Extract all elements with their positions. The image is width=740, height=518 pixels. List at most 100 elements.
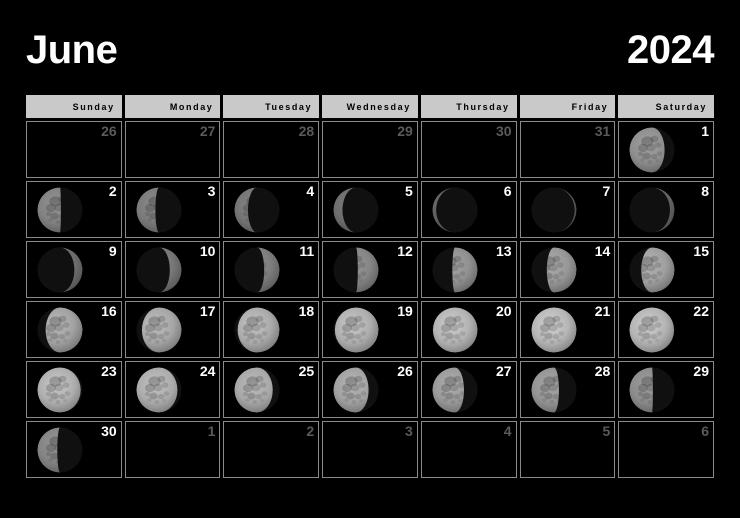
day-cell-14[interactable]: 14	[519, 241, 616, 298]
day-number: 25	[298, 363, 315, 379]
moon-phase-icon	[627, 125, 677, 175]
day-cell-5[interactable]: 5	[322, 181, 418, 238]
day-number: 3	[405, 423, 413, 439]
day-number: 16	[101, 303, 117, 319]
moon-phase-icon	[232, 245, 282, 295]
weekday-header-sunday: Sunday	[26, 95, 122, 118]
day-cell-adjacent-month[interactable]: 4	[420, 421, 517, 478]
moon-phase-icon	[430, 365, 480, 415]
day-cell-23[interactable]: 23	[26, 361, 122, 418]
day-number: 1	[207, 423, 216, 439]
day-number: 23	[101, 363, 117, 379]
day-cell-22[interactable]: 22	[618, 301, 714, 358]
moon-phase-icon	[430, 185, 480, 235]
day-cell-19[interactable]: 19	[322, 301, 418, 358]
day-cell-7[interactable]: 7	[519, 181, 616, 238]
day-cell-1[interactable]: 1	[618, 121, 714, 178]
day-cell-adjacent-month[interactable]: 1	[124, 421, 221, 478]
day-cell-25[interactable]: 25	[223, 361, 320, 418]
day-number: 28	[594, 363, 611, 379]
day-cell-2[interactable]: 2	[26, 181, 122, 238]
day-cell-12[interactable]: 12	[322, 241, 418, 298]
day-cell-28[interactable]: 28	[519, 361, 616, 418]
day-cell-4[interactable]: 4	[223, 181, 320, 238]
day-number: 26	[397, 363, 413, 379]
day-cell-9[interactable]: 9	[26, 241, 122, 298]
moon-phase-icon	[331, 185, 381, 235]
moon-phase-icon	[627, 305, 677, 355]
day-cell-8[interactable]: 8	[618, 181, 714, 238]
moon-phase-icon	[627, 245, 677, 295]
day-number: 31	[594, 123, 611, 139]
moon-phase-icon	[627, 365, 677, 415]
day-cell-adjacent-month[interactable]: 28	[223, 121, 320, 178]
day-cell-18[interactable]: 18	[223, 301, 320, 358]
day-cell-10[interactable]: 10	[124, 241, 221, 298]
moon-phase-icon	[529, 365, 579, 415]
day-cell-29[interactable]: 29	[618, 361, 714, 418]
week-row: 2 3 4 5 6 7 8	[26, 181, 714, 238]
moon-phase-icon	[529, 185, 579, 235]
day-number: 27	[495, 363, 512, 379]
day-number: 13	[495, 243, 512, 259]
day-cell-24[interactable]: 24	[124, 361, 221, 418]
day-cell-adjacent-month[interactable]: 3	[322, 421, 418, 478]
day-number: 29	[397, 123, 413, 139]
day-cell-21[interactable]: 21	[519, 301, 616, 358]
day-number: 9	[108, 243, 117, 259]
day-number: 8	[701, 183, 709, 199]
moon-phase-icon	[331, 305, 381, 355]
day-number: 4	[306, 183, 315, 199]
moon-phase-icon	[331, 365, 381, 415]
day-cell-3[interactable]: 3	[124, 181, 221, 238]
day-cell-adjacent-month[interactable]: 5	[519, 421, 616, 478]
day-number: 21	[594, 303, 611, 319]
week-row: 23 24 25 26 27 28 29	[26, 361, 714, 418]
day-cell-adjacent-month[interactable]: 2	[223, 421, 320, 478]
day-cell-11[interactable]: 11	[223, 241, 320, 298]
day-cell-adjacent-month[interactable]: 29	[322, 121, 418, 178]
day-number: 24	[199, 363, 216, 379]
day-number: 3	[207, 183, 216, 199]
day-cell-17[interactable]: 17	[124, 301, 221, 358]
page-title-year: 2024	[627, 28, 714, 72]
day-cell-15[interactable]: 15	[618, 241, 714, 298]
moon-phase-icon	[331, 245, 381, 295]
week-row: 16 17 18 19 20 21 22	[26, 301, 714, 358]
moon-phase-icon	[430, 305, 480, 355]
day-cell-6[interactable]: 6	[420, 181, 517, 238]
weekday-header-row: Sunday Monday Tuesday Wednesday Thursday Frid…	[26, 95, 714, 118]
day-number: 30	[495, 123, 512, 139]
moon-phase-icon	[35, 305, 85, 355]
day-cell-adjacent-month[interactable]: 31	[519, 121, 616, 178]
day-number: 6	[701, 423, 709, 439]
day-cell-16[interactable]: 16	[26, 301, 122, 358]
calendar-grid: Sunday Monday Tuesday Wednesday Thursday Frid…	[26, 95, 714, 481]
moon-phase-icon	[134, 185, 184, 235]
weekday-header-saturday: Saturday	[618, 95, 714, 118]
day-cell-27[interactable]: 27	[420, 361, 517, 418]
moon-phase-icon	[134, 245, 184, 295]
moon-phase-icon	[134, 305, 184, 355]
day-cell-30[interactable]: 30	[26, 421, 122, 478]
day-cell-adjacent-month[interactable]: 6	[618, 421, 714, 478]
day-cell-26[interactable]: 26	[322, 361, 418, 418]
day-cell-adjacent-month[interactable]: 27	[124, 121, 221, 178]
day-cell-13[interactable]: 13	[420, 241, 517, 298]
day-number: 10	[199, 243, 216, 259]
day-cell-adjacent-month[interactable]: 26	[26, 121, 122, 178]
moon-phase-icon	[232, 305, 282, 355]
weekday-header-tuesday: Tuesday	[223, 95, 320, 118]
moon-phase-icon	[529, 245, 579, 295]
day-number: 6	[503, 183, 512, 199]
weekday-header-wednesday: Wednesday	[322, 95, 418, 118]
day-number: 14	[594, 243, 611, 259]
day-cell-adjacent-month[interactable]: 30	[420, 121, 517, 178]
day-number: 5	[405, 183, 413, 199]
moon-phase-calendar: June 2024 Sunday Monday Tuesday Wednesday Th…	[0, 0, 740, 518]
weekday-header-monday: Monday	[124, 95, 221, 118]
day-number: 26	[101, 123, 117, 139]
day-cell-20[interactable]: 20	[420, 301, 517, 358]
moon-phase-icon	[232, 365, 282, 415]
moon-phase-icon	[430, 245, 480, 295]
